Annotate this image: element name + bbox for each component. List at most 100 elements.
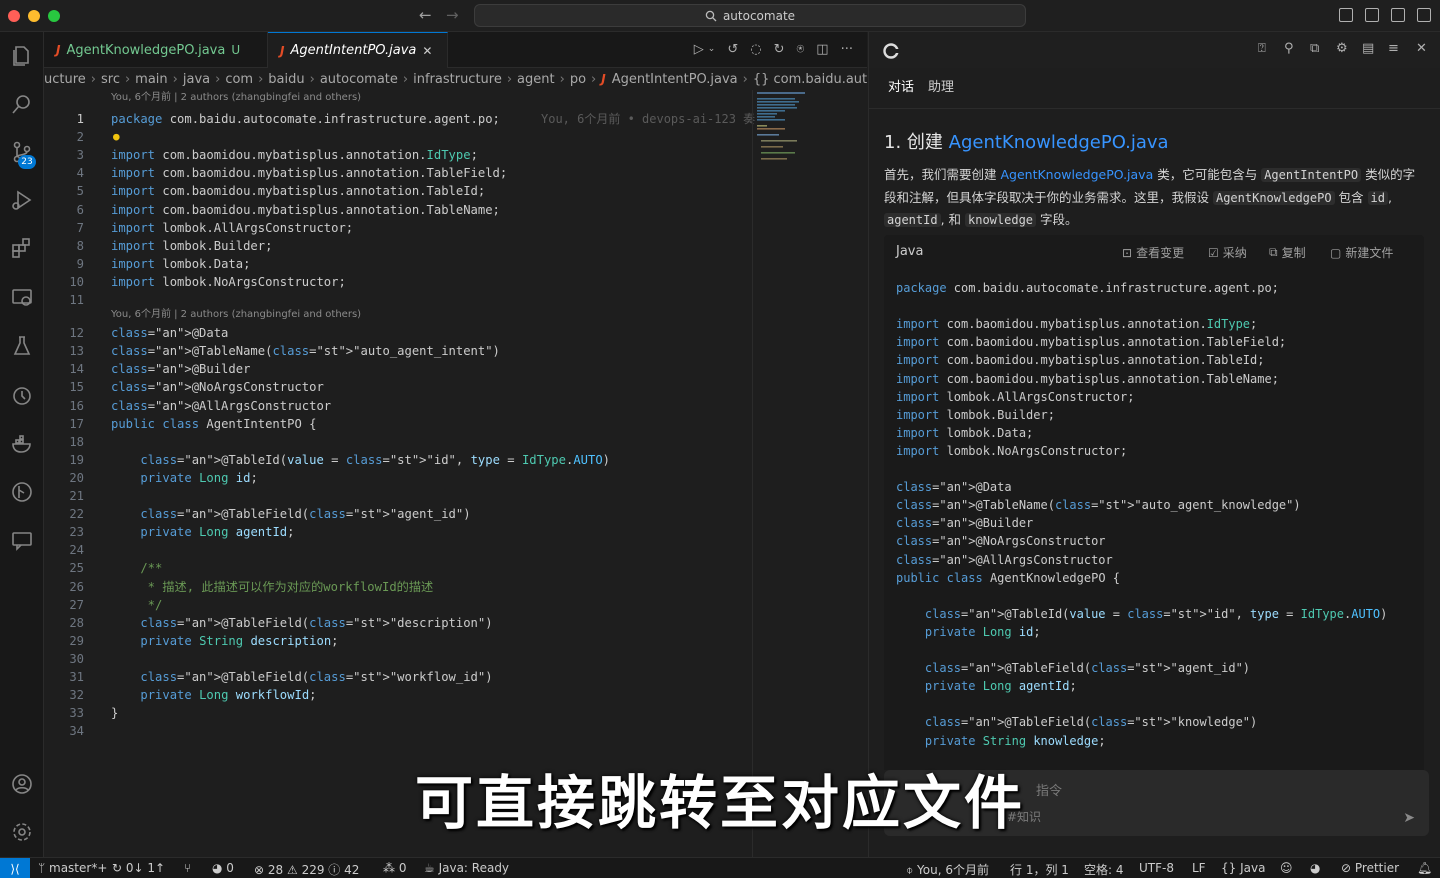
back-arrow-icon[interactable]: ←	[419, 6, 432, 24]
code-line[interactable]: 3 import com.baomidou.mybatisplus.annotat…	[44, 146, 754, 164]
code-line[interactable]: 7 import lombok.AllArgsConstructor;	[44, 219, 754, 237]
code-line[interactable]: 33}	[44, 704, 754, 722]
ports-indicator[interactable]: ⁂ 0	[383, 861, 406, 875]
breadcrumb-item[interactable]: main	[135, 72, 167, 87]
code-line[interactable]: 24	[44, 541, 754, 559]
code-line[interactable]: 31 class="an">@TableField(class="st">"wo…	[44, 668, 754, 686]
code-line[interactable]: 17 public class AgentIntentPO {	[44, 415, 754, 433]
breadcrumb-item[interactable]: agent	[517, 72, 555, 87]
file-link[interactable]: AgentKnowledgePO.java	[1000, 167, 1153, 182]
tab-agent-intent-po[interactable]: J AgentIntentPO.java ✕	[268, 32, 448, 68]
copy-button[interactable]: ⧉ 复制	[1269, 244, 1306, 261]
breadcrumb-item[interactable]: ucture	[44, 72, 86, 87]
file-link[interactable]: AgentKnowledgePO.java	[949, 132, 1169, 153]
problems-indicator[interactable]: ⊗ 28 ⚠ 229 ⓘ 42	[254, 861, 359, 878]
customize-layout-icon[interactable]	[1417, 8, 1431, 22]
code-line[interactable]: 15 class="an">@NoArgsConstructor	[44, 378, 754, 396]
remote-explorer-icon[interactable]	[8, 284, 36, 312]
code-line[interactable]: 9 import lombok.Data;	[44, 255, 754, 273]
toggle-secondary-sidebar-icon[interactable]	[1391, 8, 1405, 22]
breadcrumb-item[interactable]: infrastructure	[413, 72, 502, 87]
code-line[interactable]: 30	[44, 650, 754, 668]
explorer-icon[interactable]	[8, 42, 36, 70]
extensions-icon[interactable]	[8, 234, 36, 262]
sync-indicator[interactable]: ↻ 0↓ 1↑	[112, 861, 165, 875]
accept-button[interactable]: ☑ 采纳	[1208, 244, 1247, 261]
breadcrumb-item[interactable]: autocomate	[320, 72, 398, 87]
code-line[interactable]: 34	[44, 722, 754, 740]
git-blame-indicator[interactable]: ⌽ You, 6个月前	[906, 861, 989, 878]
toggle-panel-icon[interactable]	[1365, 8, 1379, 22]
remote-indicator-icon[interactable]: ⟩⟨	[0, 858, 30, 878]
code-line[interactable]: 8 import lombok.Builder;	[44, 237, 754, 255]
codelens-authors[interactable]: You, 6个月前 | 2 authors (zhangbingfei and …	[111, 90, 361, 105]
code-line[interactable]: 13 class="an">@TableName(class="st">"auto…	[44, 342, 754, 360]
git-graph-icon[interactable]: ⑂	[184, 861, 191, 875]
account-icon[interactable]	[8, 770, 36, 798]
branch-indicator[interactable]: ᛘ master*+	[38, 861, 107, 875]
close-icon[interactable]: ✕	[1416, 41, 1427, 56]
comate-status[interactable]: ◕ 0	[212, 861, 234, 875]
help-icon[interactable]: ⍰	[1258, 41, 1266, 56]
code-line[interactable]: 32 private Long workflowId;	[44, 686, 754, 704]
encoding[interactable]: UTF-8	[1139, 861, 1174, 875]
code-line[interactable]: 1 package com.baidu.autocomate.infrastruc…	[44, 110, 756, 128]
copilot-icon[interactable]: ☺	[1280, 861, 1293, 875]
go-back-change-icon[interactable]: ↺	[727, 42, 738, 57]
testing-icon[interactable]	[8, 332, 36, 360]
code-line[interactable]: 4 import com.baomidou.mybatisplus.annotat…	[44, 164, 754, 182]
code-line[interactable]: 28 class="an">@TableField(class="st">"de…	[44, 614, 754, 632]
code-line[interactable]: 22 class="an">@TableField(class="st">"ag…	[44, 505, 754, 523]
timeline-icon[interactable]	[8, 382, 36, 410]
tab-agent-knowledge-po[interactable]: J AgentKnowledgePO.java U	[44, 32, 268, 68]
code-line[interactable]: 5 import com.baomidou.mybatisplus.annotat…	[44, 182, 754, 200]
tab-assistant[interactable]: 助理	[928, 76, 954, 104]
ai-assist-icon[interactable]: ⍟	[796, 42, 804, 57]
plugins-icon[interactable]: ⧉	[1310, 41, 1319, 56]
close-window-button[interactable]	[8, 10, 20, 22]
menu-icon[interactable]: ≡	[1388, 41, 1399, 56]
cursor-position[interactable]: 行 1，列 1	[1010, 861, 1069, 878]
run-icon[interactable]: ▷	[694, 42, 704, 57]
java-status[interactable]: ☕ Java: Ready	[424, 861, 509, 875]
indentation[interactable]: 空格: 4	[1084, 861, 1124, 878]
code-line[interactable]: 27 */	[44, 596, 754, 614]
code-line[interactable]: 19 class="an">@TableId(value = class="st…	[44, 451, 754, 469]
comments-icon[interactable]	[8, 526, 36, 554]
go-forward-change-icon[interactable]: ↻	[774, 42, 785, 57]
code-line[interactable]: 29 private String description;	[44, 632, 754, 650]
more-actions-icon[interactable]: ···	[841, 42, 853, 57]
code-line[interactable]: 26 * 描述, 此描述可以作为对应的workflowId的描述	[44, 578, 754, 596]
breadcrumb-item[interactable]: AgentIntentPO.java	[612, 72, 738, 87]
search-icon[interactable]	[8, 90, 36, 118]
settings-gear-icon[interactable]	[8, 818, 36, 846]
settings-gear-icon[interactable]: ⚙	[1336, 41, 1348, 56]
code-line[interactable]: 18	[44, 433, 754, 451]
view-diff-button[interactable]: ⊡ 查看变更	[1122, 244, 1184, 261]
breadcrumb-item[interactable]: com	[225, 72, 253, 87]
send-icon[interactable]: ➤	[1403, 810, 1415, 826]
chevron-down-icon[interactable]: ⌄	[708, 44, 716, 57]
notifications-bell-icon[interactable]: 🔔︎	[1417, 861, 1432, 875]
code-line[interactable]: 20 private Long id;	[44, 469, 754, 487]
tab-chat[interactable]: 对话	[888, 76, 914, 104]
code-line[interactable]: 23 private Long agentId;	[44, 523, 754, 541]
close-icon[interactable]: ✕	[422, 44, 432, 58]
breadcrumb-item[interactable]: po	[570, 72, 586, 87]
chat-history-icon[interactable]: ⚲	[1284, 41, 1294, 56]
code-line[interactable]: 14 class="an">@Builder	[44, 360, 754, 378]
document-icon[interactable]: ▤	[1362, 41, 1374, 56]
open-changes-icon[interactable]: ◌	[750, 42, 761, 57]
lightbulb-icon[interactable]: ●	[113, 128, 120, 146]
codelens-authors[interactable]: You, 6个月前 | 2 authors (zhangbingfei and …	[111, 307, 361, 322]
breadcrumb-item[interactable]: baidu	[268, 72, 304, 87]
command-center-search[interactable]: autocomate	[474, 4, 1026, 27]
split-editor-icon[interactable]: ◫	[816, 42, 828, 57]
new-file-button[interactable]: ▢ 新建文件	[1330, 244, 1393, 261]
breadcrumb-item[interactable]: java	[183, 72, 210, 87]
code-line[interactable]: 16 class="an">@AllArgsConstructor	[44, 397, 754, 415]
code-line[interactable]: 12 class="an">@Data	[44, 324, 754, 342]
code-line[interactable]: 2 ●	[44, 128, 754, 146]
forward-arrow-icon[interactable]: →	[446, 6, 459, 24]
docker-icon[interactable]	[8, 430, 36, 458]
